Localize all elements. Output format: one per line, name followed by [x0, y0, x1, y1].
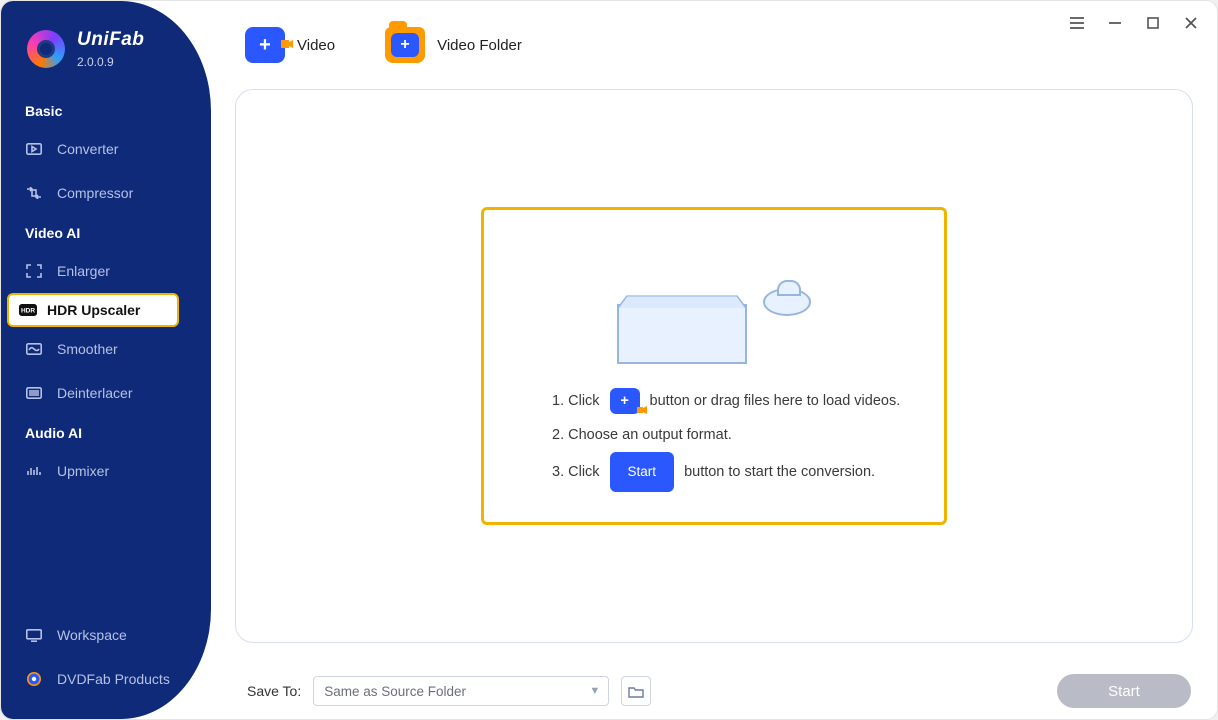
sidebar-item-dvdfab[interactable]: DVDFab Products	[1, 657, 211, 701]
globe-icon	[25, 672, 43, 686]
play-icon	[25, 142, 43, 156]
footer-bar: Save To: Same as Source Folder ▼ Start	[231, 663, 1197, 719]
drop-zone[interactable]: 1. Click + button or drag files here to …	[235, 89, 1193, 643]
compress-icon	[25, 186, 43, 200]
sidebar-item-label: DVDFab Products	[57, 671, 170, 687]
save-to-select[interactable]: Same as Source Folder ▼	[313, 676, 609, 706]
app-version: 2.0.0.9	[77, 55, 144, 69]
expand-icon	[25, 264, 43, 278]
main-panel: + Video + Video Folder	[211, 1, 1217, 719]
sidebar-item-label: Upmixer	[57, 463, 109, 479]
step-2: 2. Choose an output format.	[552, 418, 900, 452]
folder-open-icon	[628, 685, 644, 698]
app-name: UniFab	[77, 29, 144, 51]
svg-text:HDR: HDR	[21, 308, 35, 315]
add-video-label: Video	[297, 37, 335, 54]
menu-icon[interactable]	[1069, 15, 1085, 31]
empty-illustration	[574, 234, 854, 364]
add-video-icon: +	[245, 27, 285, 63]
start-button[interactable]: Start	[1057, 674, 1191, 708]
sidebar-section-audioai: Audio AI	[1, 415, 211, 449]
add-video-button[interactable]: + Video	[245, 27, 335, 63]
logo-icon	[27, 30, 65, 68]
close-icon[interactable]	[1183, 15, 1199, 31]
sidebar-section-videoai: Video AI	[1, 215, 211, 249]
bars-icon	[25, 464, 43, 478]
sidebar-item-label: Deinterlacer	[57, 385, 132, 401]
app-logo: UniFab 2.0.0.9	[1, 21, 211, 93]
sidebar-item-enlarger[interactable]: Enlarger	[1, 249, 211, 293]
sidebar-item-hdr-upscaler[interactable]: HDR HDR Upscaler	[7, 293, 179, 327]
sidebar-item-label: Compressor	[57, 185, 133, 201]
sidebar-item-deinterlacer[interactable]: Deinterlacer	[1, 371, 211, 415]
camera-icon	[636, 395, 648, 429]
monitor-icon	[25, 628, 43, 642]
step-3: 3. Click Start button to start the conve…	[552, 452, 900, 492]
add-video-icon: +	[610, 388, 640, 414]
sidebar-item-label: Converter	[57, 141, 118, 157]
hdr-icon: HDR	[19, 303, 37, 317]
start-button-label: Start	[1108, 683, 1140, 700]
save-to-value: Same as Source Folder	[324, 684, 466, 699]
step-1: 1. Click + button or drag files here to …	[552, 384, 900, 418]
sidebar-item-label: Enlarger	[57, 263, 110, 279]
camera-icon	[280, 37, 294, 51]
sidebar-item-label: Smoother	[57, 341, 118, 357]
chevron-down-icon: ▼	[589, 685, 600, 697]
minimize-icon[interactable]	[1107, 15, 1123, 31]
sidebar-item-label: Workspace	[57, 627, 127, 643]
lines-icon	[25, 386, 43, 400]
browse-folder-button[interactable]	[621, 676, 651, 706]
start-pill-icon: Start	[610, 452, 675, 492]
sidebar-item-converter[interactable]: Converter	[1, 127, 211, 171]
maximize-icon[interactable]	[1145, 15, 1161, 31]
sidebar-item-upmixer[interactable]: Upmixer	[1, 449, 211, 493]
sidebar-item-smoother[interactable]: Smoother	[1, 327, 211, 371]
sidebar-item-compressor[interactable]: Compressor	[1, 171, 211, 215]
window-controls	[1069, 15, 1199, 31]
add-folder-button[interactable]: + Video Folder	[385, 27, 522, 63]
app-window: UniFab 2.0.0.9 Basic Converter Compresso…	[0, 0, 1218, 720]
save-to-label: Save To:	[247, 683, 301, 699]
drop-instructions: 1. Click + button or drag files here to …	[481, 207, 947, 525]
sidebar-section-basic: Basic	[1, 93, 211, 127]
wave-icon	[25, 342, 43, 356]
sidebar-item-label: HDR Upscaler	[47, 302, 140, 318]
add-folder-label: Video Folder	[437, 37, 522, 54]
sidebar: UniFab 2.0.0.9 Basic Converter Compresso…	[1, 1, 211, 719]
steps-list: 1. Click + button or drag files here to …	[506, 384, 900, 492]
folder-icon: +	[385, 27, 425, 63]
sidebar-item-workspace[interactable]: Workspace	[1, 613, 211, 657]
import-toolbar: + Video + Video Folder	[231, 1, 1197, 89]
